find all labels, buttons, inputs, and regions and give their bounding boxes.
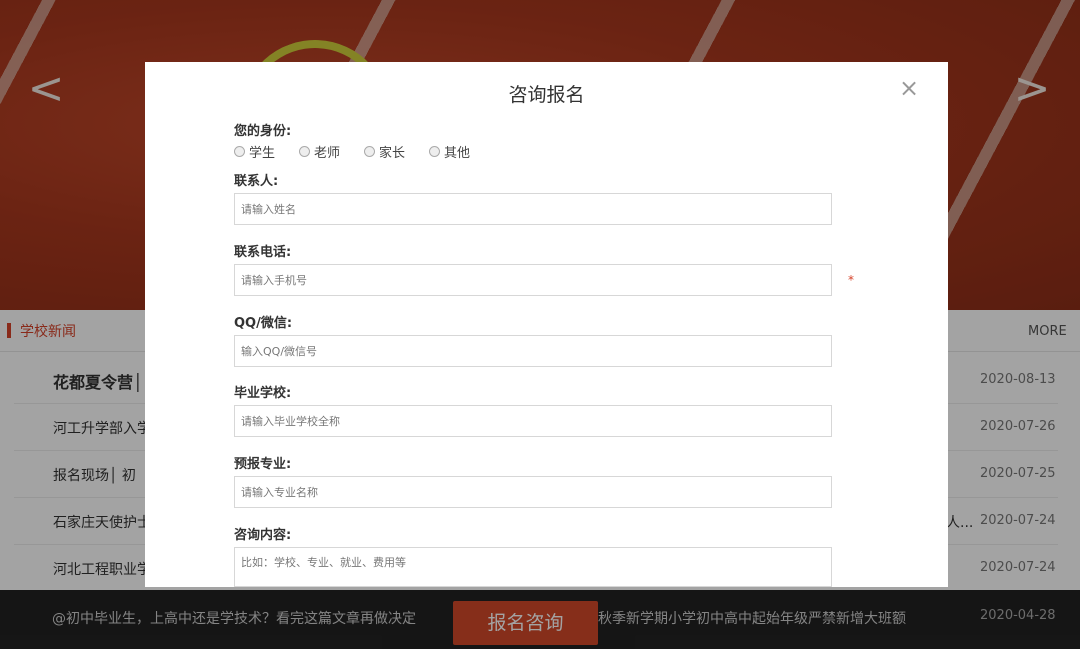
radio-circle-icon[interactable] <box>429 145 441 157</box>
major-input[interactable] <box>234 476 832 508</box>
radio-teacher[interactable]: 老师 <box>299 142 341 161</box>
radio-label: 其他 <box>444 145 471 161</box>
radio-circle-icon[interactable] <box>299 145 311 157</box>
radio-label: 学生 <box>249 145 276 161</box>
graduate-school-label: 毕业学校: <box>234 386 292 401</box>
major-label: 预报专业: <box>234 457 292 472</box>
radio-label: 家长 <box>379 145 406 161</box>
consult-content-textarea[interactable] <box>234 547 832 587</box>
graduate-school-input[interactable] <box>234 405 832 437</box>
phone-input[interactable] <box>234 264 832 296</box>
modal-title: 咨询报名 <box>508 84 585 106</box>
close-icon[interactable]: × <box>897 74 921 102</box>
qq-wechat-input[interactable] <box>234 335 832 367</box>
contact-label: 联系人: <box>234 174 279 189</box>
consult-content-label: 咨询内容: <box>234 528 292 543</box>
radio-student[interactable]: 学生 <box>234 142 276 161</box>
radio-other[interactable]: 其他 <box>429 142 471 161</box>
phone-label: 联系电话: <box>234 245 292 260</box>
required-mark: * <box>848 273 854 287</box>
qq-wechat-label: QQ/微信: <box>234 316 293 331</box>
radio-parent[interactable]: 家长 <box>364 142 406 161</box>
identity-radio-group: 学生 老师 家长 其他 <box>234 142 494 161</box>
identity-label: 您的身份: <box>234 124 292 139</box>
consult-registration-modal: 咨询报名 × 您的身份: 学生 老师 家长 其他 联系人: 联系电话: * QQ… <box>145 62 948 587</box>
radio-label: 老师 <box>314 145 341 161</box>
radio-circle-icon[interactable] <box>234 145 245 157</box>
radio-circle-icon[interactable] <box>364 145 376 157</box>
contact-name-input[interactable] <box>234 193 832 225</box>
